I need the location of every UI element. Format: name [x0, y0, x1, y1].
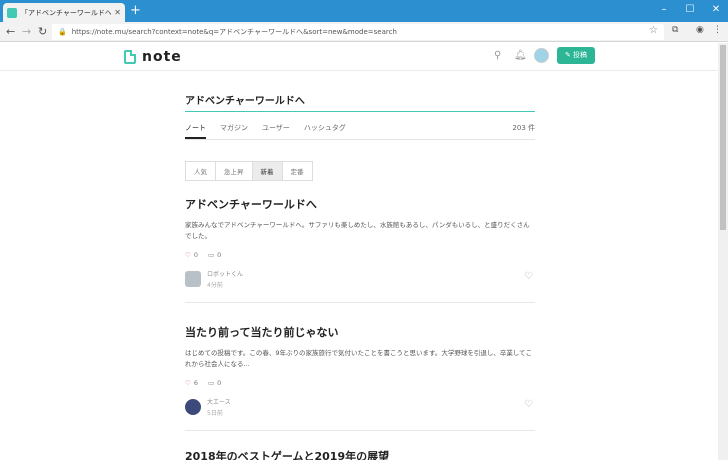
- logo-text: note: [142, 49, 182, 65]
- menu-icon[interactable]: ⋮: [713, 25, 722, 35]
- sort-trending[interactable]: 急上昇: [215, 161, 253, 181]
- reload-icon[interactable]: ↻: [38, 24, 47, 40]
- comment-icon: ▭: [207, 251, 215, 259]
- divider: [185, 430, 535, 431]
- article-excerpt: 家族みんなでアドベンチャーワールドへ。サファリも楽しめたし、水族館もあるし、パン…: [185, 221, 530, 240]
- page: note ⚲ 🔔︎ ✎ 投稿 アドベンチャーワールドへ ノート マガジン ユーザ…: [0, 43, 718, 460]
- tab-hashtag[interactable]: ハッシュタグ: [304, 123, 346, 139]
- lock-icon: 🔒: [58, 28, 67, 36]
- back-icon[interactable]: ←: [6, 24, 15, 40]
- author-name[interactable]: ロボットくん: [207, 269, 243, 278]
- search-query[interactable]: アドベンチャーワールドへ: [185, 92, 535, 112]
- article-card: 2018年のベストゲームと2019年の展望: [185, 448, 535, 460]
- article-title[interactable]: 当たり前って当たり前じゃない: [185, 324, 535, 340]
- sort-classic[interactable]: 定番: [281, 161, 313, 181]
- result-count: 203 件: [512, 124, 535, 132]
- browser-tab[interactable]: 「アドベンチャーワールドへ」の新着の ✕: [3, 3, 125, 22]
- comment-icon: ▭: [207, 379, 215, 387]
- author-name[interactable]: 大エース: [207, 397, 231, 406]
- post-button-label: 投稿: [573, 51, 588, 59]
- minimize-icon[interactable]: –: [652, 2, 676, 18]
- author-avatar[interactable]: [185, 271, 201, 287]
- pencil-icon: ✎: [564, 51, 574, 59]
- tab-user[interactable]: ユーザー: [262, 123, 290, 139]
- tab-note[interactable]: ノート: [185, 123, 206, 139]
- divider: [185, 302, 535, 303]
- extension-icon[interactable]: ⧉: [672, 25, 678, 35]
- browser-titlebar: 「アドベンチャーワールドへ」の新着の ✕ + – ☐ ✕: [0, 0, 728, 22]
- like-count: 0: [193, 251, 198, 259]
- article-title[interactable]: アドベンチャーワールドへ: [185, 196, 535, 212]
- tab-close-icon[interactable]: ✕: [114, 8, 121, 17]
- sort-toggle: 人気 急上昇 新着 定番: [185, 161, 535, 181]
- article-author: ロボットくん 4分前 ♡: [185, 269, 535, 289]
- post-time: 5日前: [207, 410, 223, 417]
- tab-magazine[interactable]: マガジン: [220, 123, 248, 139]
- search-tabs: ノート マガジン ユーザー ハッシュタグ 203 件: [185, 123, 535, 140]
- search-icon[interactable]: ⚲: [494, 50, 501, 61]
- note-favicon-icon: [7, 7, 17, 18]
- profile-icon[interactable]: ◉: [696, 25, 704, 35]
- site-logo[interactable]: note: [124, 49, 182, 65]
- article-author: 大エース 5日前 ♡: [185, 397, 535, 417]
- forward-icon[interactable]: →: [22, 24, 31, 40]
- bookmark-star-icon[interactable]: ☆: [649, 25, 658, 36]
- note-logo-icon: [124, 50, 136, 64]
- address-bar[interactable]: 🔒 https://note.mu/search?context=note&q=…: [52, 24, 664, 40]
- user-avatar[interactable]: [534, 48, 549, 63]
- like-heart-icon[interactable]: ♡: [524, 399, 533, 410]
- tab-title: 「アドベンチャーワールドへ」の新着の: [21, 8, 112, 17]
- heart-icon: ♡: [185, 379, 191, 387]
- article-card: アドベンチャーワールドへ 家族みんなでアドベンチャーワールドへ。サファリも楽しめ…: [185, 196, 535, 289]
- article-title[interactable]: 2018年のベストゲームと2019年の展望: [185, 448, 535, 460]
- article-meta: ♡ 6 ▭ 0: [185, 379, 535, 387]
- scrollbar[interactable]: [718, 43, 728, 460]
- post-time: 4分前: [207, 282, 223, 289]
- close-window-icon[interactable]: ✕: [704, 2, 728, 18]
- comment-count: 0: [217, 251, 222, 259]
- browser-toolbar: ← → ↻ 🔒 https://note.mu/search?context=n…: [0, 22, 728, 42]
- heart-icon: ♡: [185, 251, 191, 259]
- author-avatar[interactable]: [185, 399, 201, 415]
- article-card: 当たり前って当たり前じゃない はじめての投稿です。この春、9年ぶりの家族旅行で気…: [185, 324, 535, 417]
- sort-popular[interactable]: 人気: [185, 161, 216, 181]
- article-excerpt: はじめての投稿です。この春、9年ぶりの家族旅行で気付いたことを書こうと思います。…: [185, 349, 533, 368]
- site-header: note ⚲ 🔔︎ ✎ 投稿: [0, 43, 718, 71]
- article-meta: ♡ 0 ▭ 0: [185, 251, 535, 259]
- maximize-icon[interactable]: ☐: [678, 2, 702, 18]
- new-tab-icon[interactable]: +: [130, 3, 141, 19]
- bell-icon[interactable]: 🔔︎: [514, 50, 527, 61]
- like-count: 6: [193, 379, 198, 387]
- url-text: https://note.mu/search?context=note&q=アド…: [71, 28, 397, 36]
- like-heart-icon[interactable]: ♡: [524, 271, 533, 282]
- sort-new[interactable]: 新着: [251, 161, 283, 181]
- comment-count: 0: [217, 379, 222, 387]
- post-button[interactable]: ✎ 投稿: [557, 47, 595, 64]
- scrollbar-thumb[interactable]: [720, 45, 726, 230]
